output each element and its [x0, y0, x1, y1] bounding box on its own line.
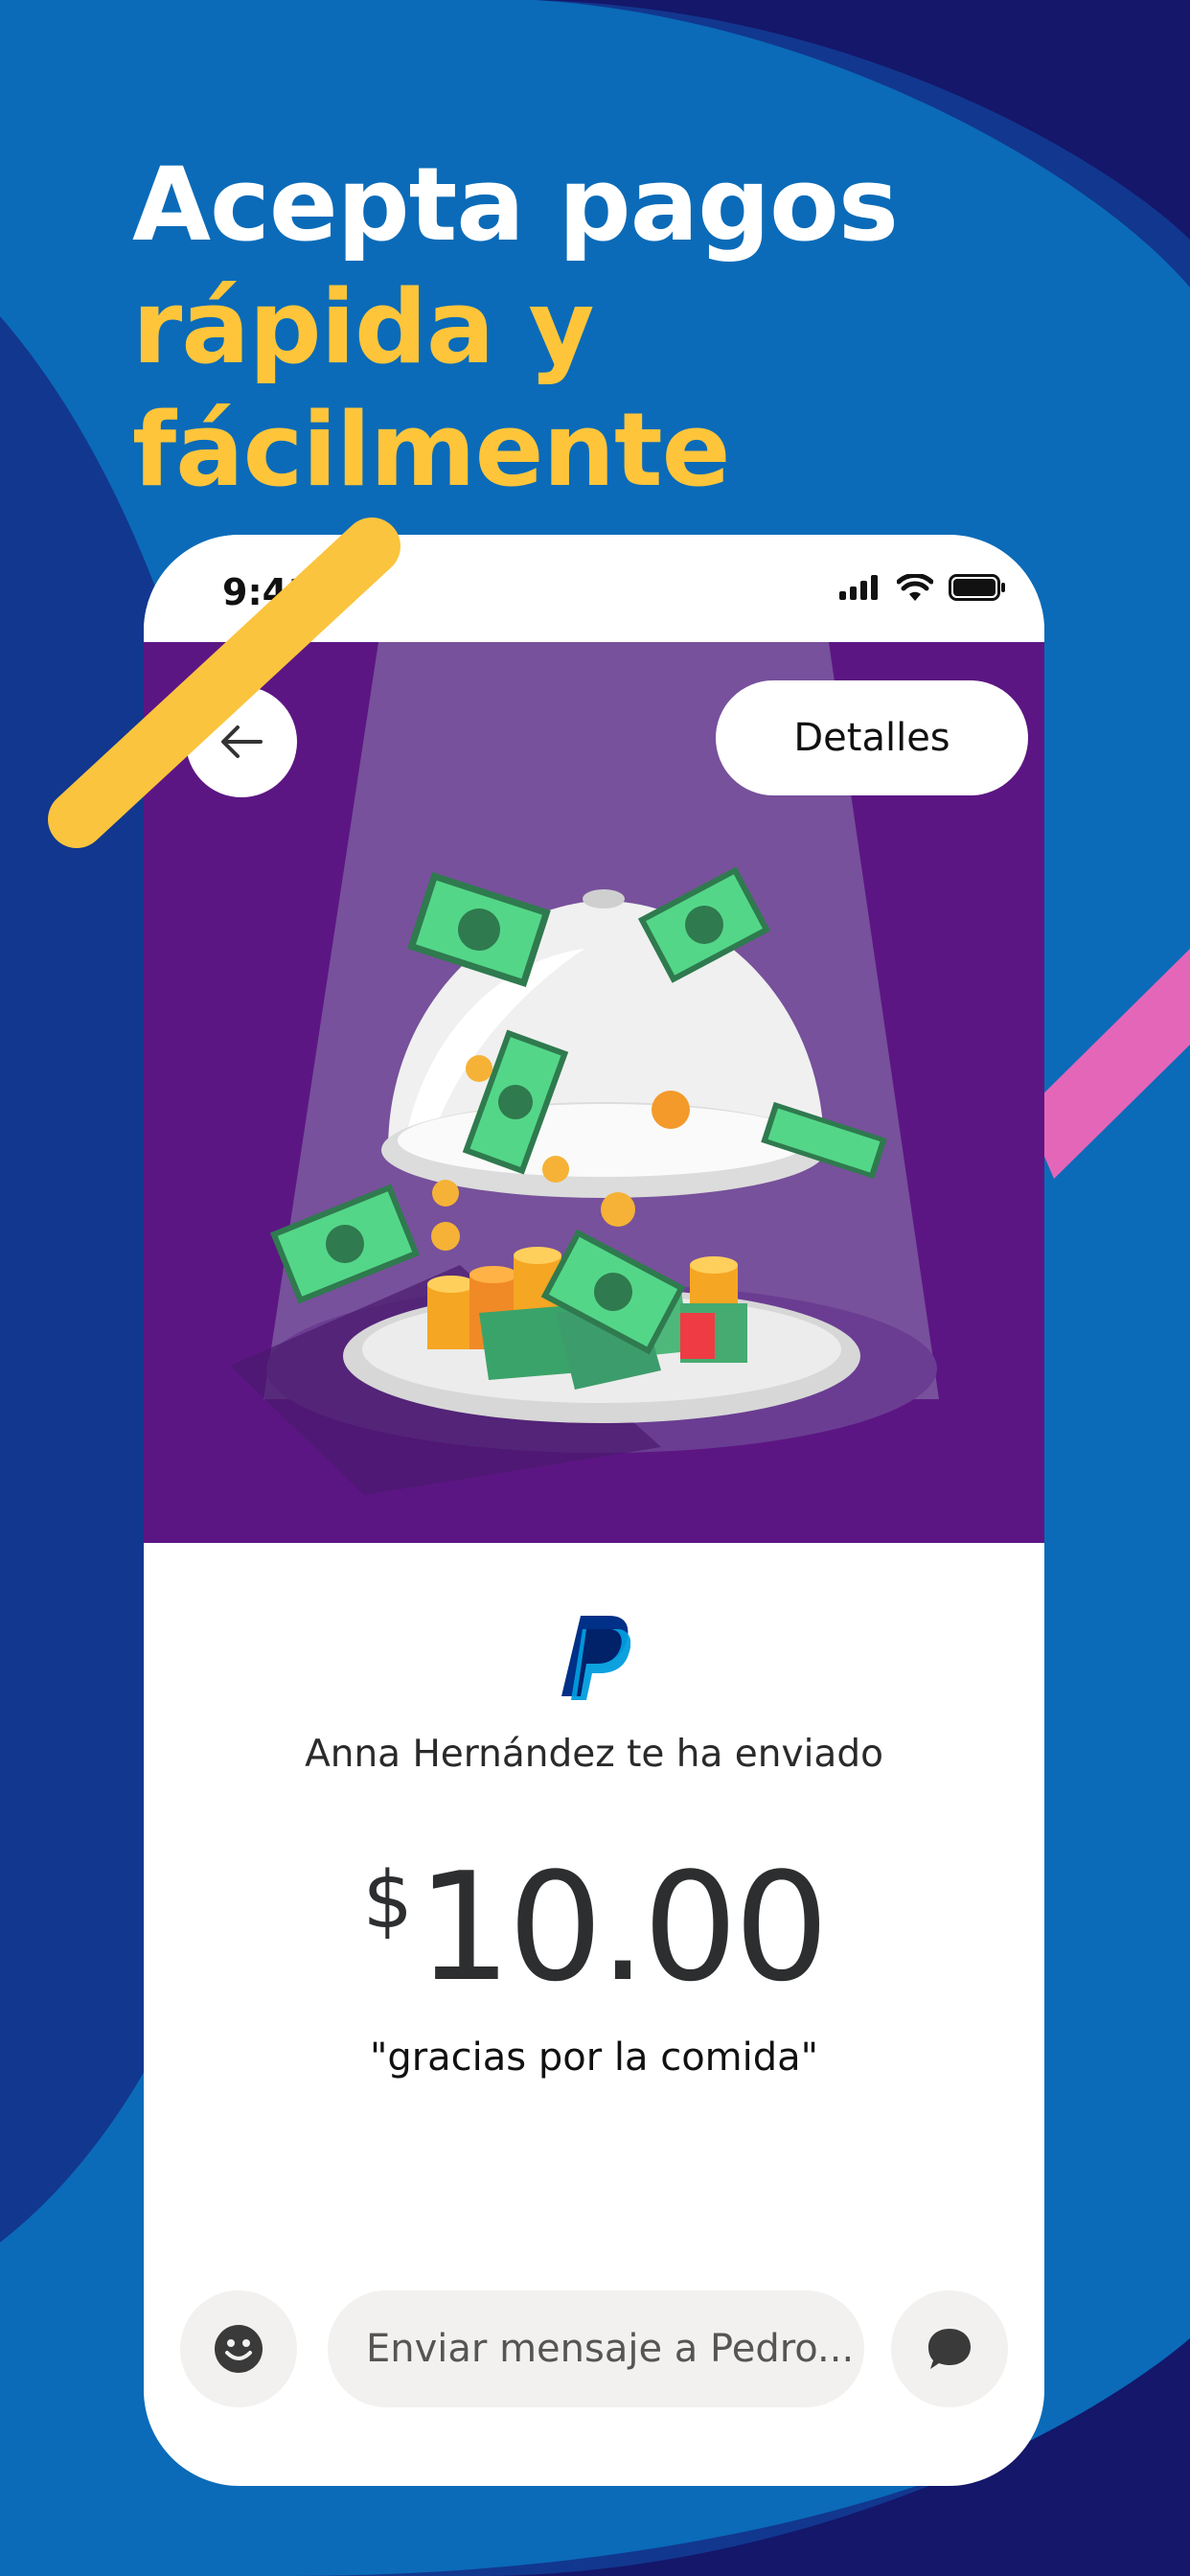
smiley-icon — [215, 2325, 263, 2373]
back-button[interactable] — [186, 686, 297, 797]
battery-icon — [949, 574, 1005, 601]
details-button[interactable]: Detalles — [716, 680, 1028, 795]
headline-line-1: Acepta pagos — [132, 146, 899, 264]
sender-text: Anna Hernández te ha enviado — [305, 1733, 883, 1776]
wifi-icon — [897, 574, 933, 601]
status-bar: 9:41 — [144, 535, 1044, 642]
amount-value: 10.00 — [416, 1840, 830, 2014]
arrow-left-icon — [221, 725, 263, 758]
chat-bubble-icon — [928, 2329, 971, 2369]
phone-mockup: 9:41 Detalles Anna Hernández te ha envia… — [144, 535, 1044, 2486]
payment-amount: $10.00 — [144, 1840, 1044, 2014]
emoji-button[interactable] — [180, 2290, 297, 2407]
paypal-logo-icon — [561, 1616, 630, 1700]
message-input[interactable] — [328, 2290, 864, 2407]
headline-line-2: rápida y fácilmente — [132, 268, 731, 509]
currency-symbol: $ — [362, 1855, 413, 1946]
payment-note: "gracias por la comida" — [369, 2036, 819, 2080]
status-icons — [839, 573, 1006, 602]
status-time: 9:41 — [222, 571, 313, 613]
send-message-button[interactable] — [891, 2290, 1008, 2407]
cellular-signal-icon — [839, 575, 878, 600]
headline: Acepta pagos rápida y fácilmente — [132, 144, 1190, 512]
app-store-screenshot: Acepta pagos rápida y fácilmente 9:41 De… — [0, 0, 1190, 2576]
